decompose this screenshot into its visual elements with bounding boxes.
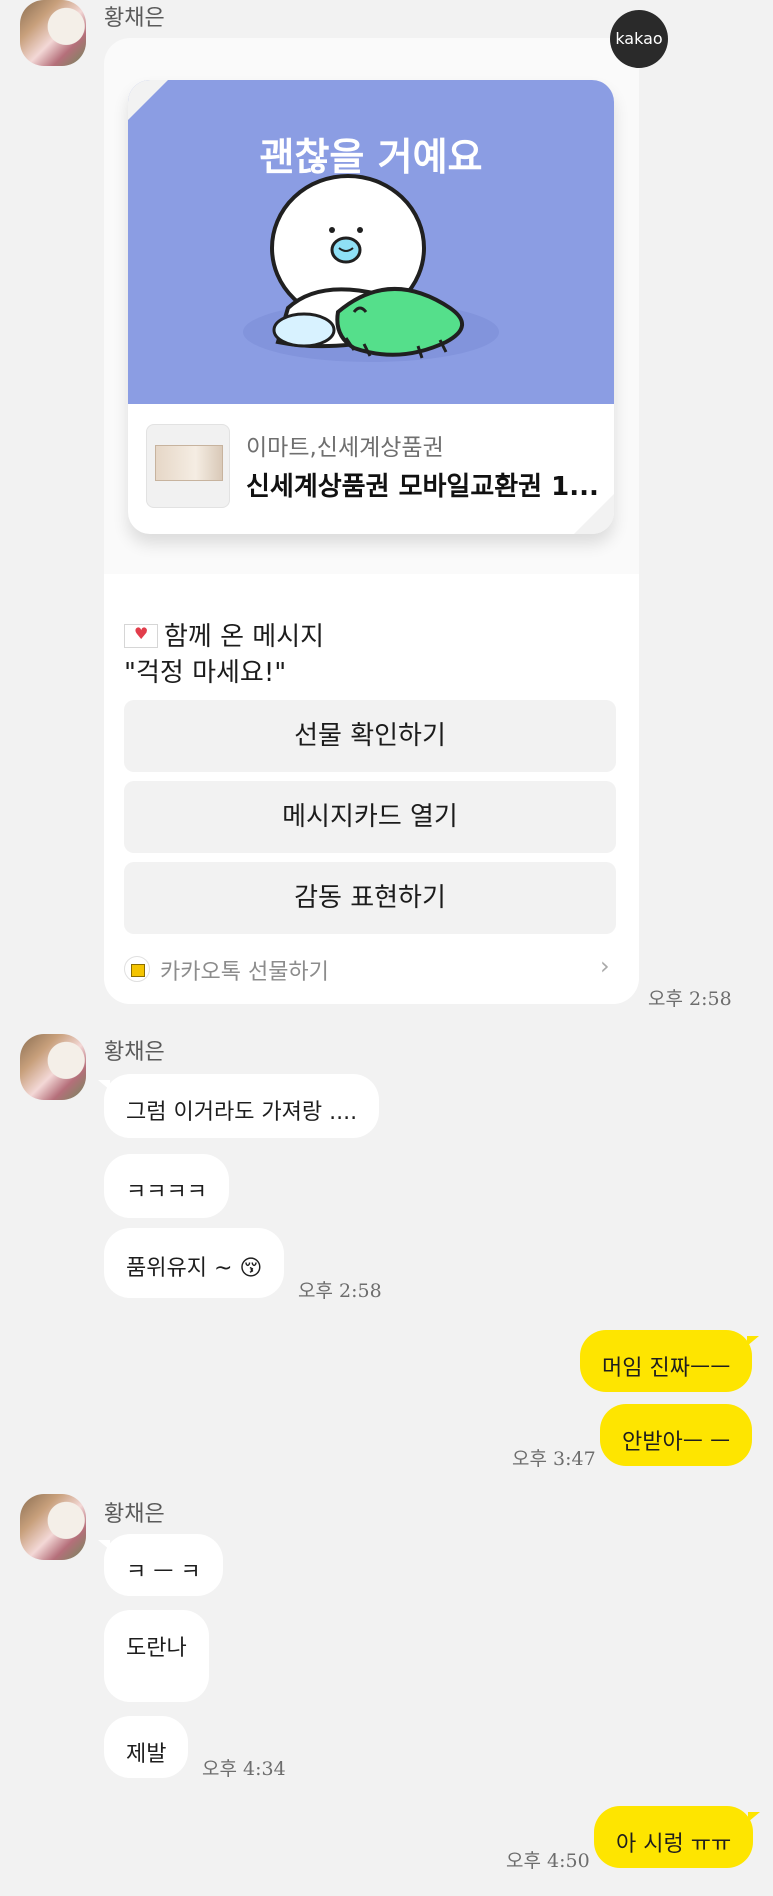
sender-name: 황채은 bbox=[104, 6, 165, 31]
gift-brand: 이마트,신세계상품권 bbox=[246, 435, 444, 461]
my-message-bubble[interactable]: 아 시렁 ㅠㅠ bbox=[594, 1806, 761, 1868]
message-bubble[interactable]: 그럼 이거라도 가져랑 .... bbox=[97, 1074, 380, 1138]
sticker-character-icon bbox=[243, 174, 499, 362]
kakao-gift-link[interactable]: 카카오톡 선물하기 bbox=[160, 954, 329, 986]
sender-name: 황채은 bbox=[104, 1502, 165, 1527]
my-message-bubble[interactable]: 머임 진짜ㅡㅡ bbox=[580, 1330, 760, 1392]
kakao-badge: kakao bbox=[610, 10, 668, 68]
corner-fold-top bbox=[128, 80, 168, 120]
message-time: 오후 4:34 bbox=[202, 1758, 286, 1780]
open-message-card-button[interactable]: 메시지카드 열기 bbox=[124, 781, 616, 853]
message-bubble[interactable]: ㅋㅋㅋㅋ bbox=[104, 1154, 229, 1218]
sender-name: 황채은 bbox=[104, 1040, 165, 1065]
chevron-right-icon[interactable]: › bbox=[600, 952, 610, 980]
message-time: 오후 2:58 bbox=[298, 1280, 382, 1302]
envelope-heart-icon bbox=[124, 624, 158, 648]
message-time: 오후 4:50 bbox=[506, 1850, 590, 1872]
message-bubble[interactable]: 도란나 bbox=[104, 1610, 209, 1702]
sender-avatar[interactable] bbox=[20, 1034, 86, 1100]
corner-fold-bottom bbox=[574, 494, 614, 534]
gift-image: 괜찮을 거예요 bbox=[128, 80, 614, 404]
message-time: 오후 2:58 bbox=[648, 988, 732, 1010]
message-bubble[interactable]: 제발 bbox=[104, 1716, 189, 1778]
gift-preview[interactable]: 괜찮을 거예요 이마트,신세계상품권 신세계상품권 모바일교환권 1... bbox=[128, 80, 614, 534]
attached-message-label: 함께 온 메시지 bbox=[124, 616, 324, 653]
check-gift-button[interactable]: 선물 확인하기 bbox=[124, 700, 616, 772]
message-time: 오후 3:47 bbox=[512, 1448, 596, 1470]
my-message-bubble[interactable]: 안받아ㅡ ㅡ bbox=[600, 1404, 753, 1466]
gift-box-icon bbox=[124, 956, 150, 982]
sender-avatar[interactable] bbox=[20, 1494, 86, 1560]
sender-avatar[interactable] bbox=[20, 0, 86, 66]
voucher-thumbnail bbox=[146, 424, 230, 508]
attached-message-text: "걱정 마세요!" bbox=[124, 658, 287, 688]
gift-product-name: 신세계상품권 모바일교환권 1... bbox=[246, 472, 599, 502]
gift-card[interactable]: 괜찮을 거예요 이마트,신세계상품권 신세계상품권 모바일교환권 1... 함께… bbox=[104, 38, 639, 1004]
message-bubble[interactable]: 품위유지 ~ 😚 bbox=[104, 1228, 285, 1298]
express-thanks-button[interactable]: 감동 표현하기 bbox=[124, 862, 616, 934]
message-bubble[interactable]: ㅋ ㅡ ㅋ bbox=[98, 1534, 223, 1596]
